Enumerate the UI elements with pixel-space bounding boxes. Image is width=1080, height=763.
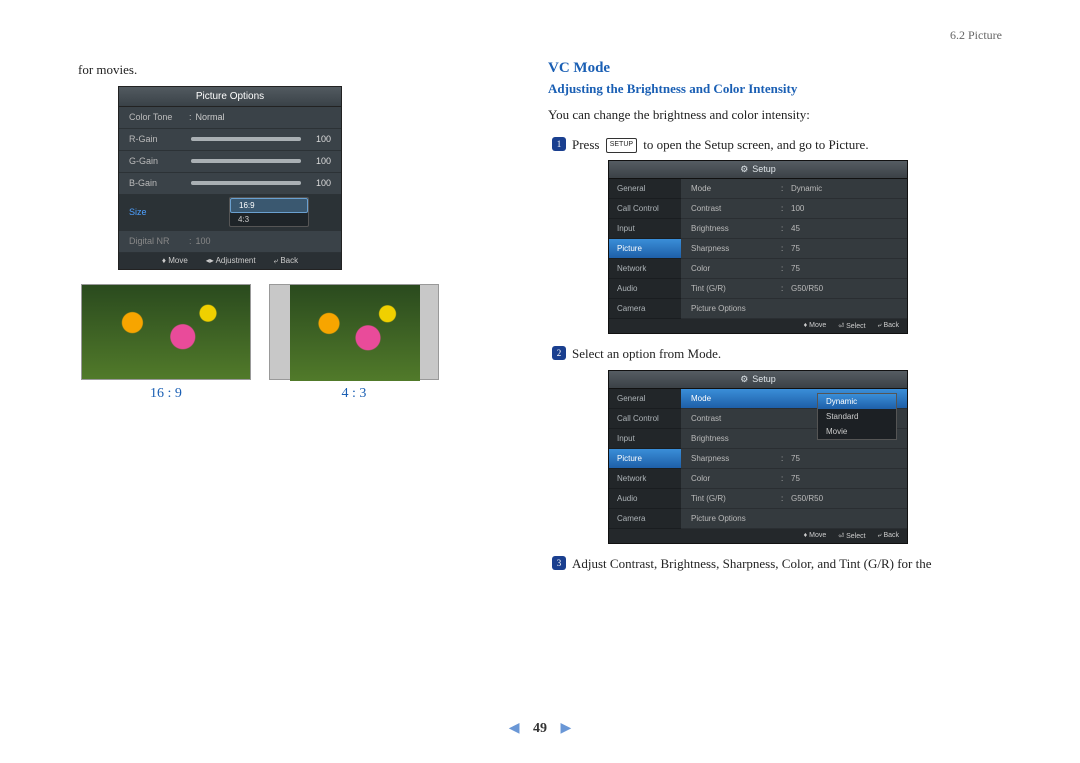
- side-picture[interactable]: Picture: [609, 449, 681, 469]
- size-dropdown[interactable]: 16:9 4:3: [229, 197, 309, 227]
- slider[interactable]: [191, 181, 301, 185]
- next-page-icon[interactable]: ▶: [561, 721, 572, 736]
- side-input[interactable]: Input: [609, 219, 681, 239]
- thumb-169: [81, 284, 251, 380]
- intro-text: You can change the brightness and color …: [548, 105, 988, 125]
- row-brightness[interactable]: Brightness:45: [681, 219, 907, 239]
- step-2: 2 Select an option from Mode.: [552, 344, 988, 364]
- side-audio[interactable]: Audio: [609, 279, 681, 299]
- side-picture[interactable]: Picture: [609, 239, 681, 259]
- slider[interactable]: [191, 137, 301, 141]
- row-r-gain[interactable]: R-Gain 100: [119, 129, 341, 151]
- lead-text: for movies.: [78, 60, 498, 80]
- setup-title-2: ⚙Setup: [609, 371, 907, 389]
- row-digital-nr[interactable]: Digital NR : 100: [119, 231, 341, 253]
- mode-opt-standard[interactable]: Standard: [818, 409, 896, 424]
- section-header: 6.2 Picture: [950, 28, 1002, 43]
- thumb-43: [269, 284, 439, 380]
- row-tint[interactable]: Tint (G/R):G50/R50: [681, 489, 907, 509]
- mode-dropdown[interactable]: Dynamic Standard Movie: [817, 393, 897, 440]
- row-color-tone[interactable]: Color Tone : Normal: [119, 107, 341, 129]
- step-1: 1 Press SETUP to open the Setup screen, …: [552, 135, 988, 155]
- side-audio[interactable]: Audio: [609, 489, 681, 509]
- mode-opt-dynamic[interactable]: Dynamic: [818, 394, 896, 409]
- prev-page-icon[interactable]: ◀: [509, 721, 520, 736]
- row-contrast[interactable]: Contrast:100: [681, 199, 907, 219]
- side-network[interactable]: Network: [609, 259, 681, 279]
- gear-icon: ⚙: [740, 164, 748, 175]
- ratio-43-label: 4 : 3: [269, 386, 439, 402]
- setup-title: ⚙Setup: [609, 161, 907, 179]
- picture-options-panel: Picture Options Color Tone : Normal R-Ga…: [118, 86, 342, 270]
- heading-adjusting: Adjusting the Brightness and Color Inten…: [548, 81, 988, 97]
- step-3: 3 Adjust Contrast, Brightness, Sharpness…: [552, 554, 988, 574]
- row-picture-options[interactable]: Picture Options: [681, 299, 907, 319]
- step-badge-3: 3: [552, 556, 566, 570]
- row-picture-options[interactable]: Picture Options: [681, 509, 907, 529]
- heading-vc-mode: VC Mode: [548, 60, 988, 77]
- setup-panel-2: ⚙Setup General Call Control Input Pictur…: [608, 370, 908, 544]
- setup-panel-1: ⚙Setup General Call Control Input Pictur…: [608, 160, 908, 334]
- setup-sidebar: General Call Control Input Picture Netwo…: [609, 179, 681, 319]
- side-general[interactable]: General: [609, 179, 681, 199]
- page-nav: ◀ 49 ▶: [0, 720, 1080, 737]
- side-camera[interactable]: Camera: [609, 299, 681, 319]
- row-sharpness[interactable]: Sharpness:75: [681, 239, 907, 259]
- setup-keycap: SETUP: [606, 138, 637, 153]
- row-b-gain[interactable]: B-Gain 100: [119, 173, 341, 195]
- ratio-169-label: 16 : 9: [81, 386, 251, 402]
- setup-footer: ♦ Move ⏎ Select ⤶ Back: [609, 319, 907, 333]
- step-badge-2: 2: [552, 346, 566, 360]
- size-opt-169[interactable]: 16:9: [230, 198, 308, 213]
- setup-footer-2: ♦ Move ⏎ Select ⤶ Back: [609, 529, 907, 543]
- row-g-gain[interactable]: G-Gain 100: [119, 151, 341, 173]
- row-mode[interactable]: Mode:Dynamic: [681, 179, 907, 199]
- row-tint[interactable]: Tint (G/R):G50/R50: [681, 279, 907, 299]
- side-general[interactable]: General: [609, 389, 681, 409]
- picture-options-title: Picture Options: [119, 87, 341, 107]
- side-camera[interactable]: Camera: [609, 509, 681, 529]
- row-color[interactable]: Color:75: [681, 259, 907, 279]
- row-sharpness[interactable]: Sharpness:75: [681, 449, 907, 469]
- side-call-control[interactable]: Call Control: [609, 409, 681, 429]
- side-network[interactable]: Network: [609, 469, 681, 489]
- row-size[interactable]: Size 16:9 4:3: [119, 195, 341, 231]
- gear-icon: ⚙: [740, 374, 748, 385]
- panel-footer: ♦ Move ◂▸ Adjustment ⤶ Back: [119, 253, 341, 269]
- mode-opt-movie[interactable]: Movie: [818, 424, 896, 439]
- slider[interactable]: [191, 159, 301, 163]
- side-call-control[interactable]: Call Control: [609, 199, 681, 219]
- side-input[interactable]: Input: [609, 429, 681, 449]
- page-number: 49: [533, 721, 547, 736]
- setup-sidebar-2: General Call Control Input Picture Netwo…: [609, 389, 681, 529]
- size-opt-43[interactable]: 4:3: [230, 213, 308, 226]
- step-badge-1: 1: [552, 137, 566, 151]
- row-color[interactable]: Color:75: [681, 469, 907, 489]
